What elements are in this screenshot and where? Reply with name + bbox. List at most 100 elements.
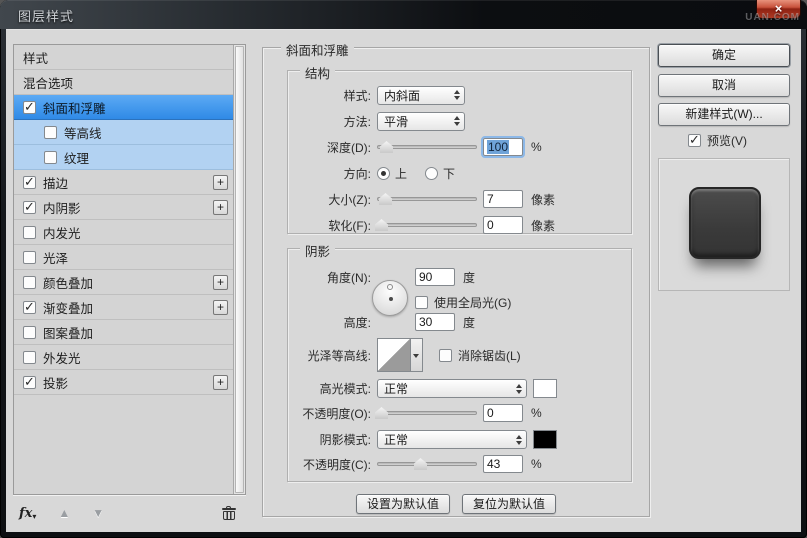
sidebar-item-outer-glow[interactable]: 外发光 [14, 345, 233, 370]
add-instance-button[interactable]: + [213, 175, 228, 190]
add-instance-button[interactable]: + [213, 300, 228, 315]
shadow-opacity-label: 不透明度(C): [288, 456, 371, 473]
shadow-mode-select[interactable]: 正常 [377, 430, 527, 449]
highlight-mode-select[interactable]: 正常 [377, 379, 527, 398]
trash-icon-lid [222, 508, 236, 510]
anti-alias-checkbox[interactable] [439, 349, 452, 362]
add-instance-button[interactable]: + [213, 375, 228, 390]
caret-down-icon: ▾ [32, 511, 36, 521]
sidebar-item-gradient-overlay[interactable]: ✓ 渐变叠加 + [14, 295, 233, 320]
sidebar-item-contour[interactable]: 等高线 [14, 120, 233, 145]
sidebar-item-color-overlay[interactable]: 颜色叠加 + [14, 270, 233, 295]
fx-icon: fx [19, 506, 32, 521]
sidebar-item-blending-options[interactable]: 混合选项 [14, 70, 233, 95]
sidebar-item-styles[interactable]: 样式 [14, 45, 233, 70]
contour-thumbnail[interactable] [377, 338, 411, 372]
soften-input[interactable]: 0 [483, 216, 523, 234]
scrollbar-thumb[interactable] [235, 46, 244, 493]
move-effect-up-button[interactable]: ▲ [58, 506, 70, 520]
bevel-style-select[interactable]: 内斜面 [377, 86, 465, 105]
reset-default-button[interactable]: 复位为默认值 [462, 494, 556, 514]
contour-dropdown-button[interactable] [411, 338, 423, 372]
checkbox-checked[interactable]: ✓ [23, 376, 36, 389]
slider-thumb[interactable] [375, 219, 388, 231]
checkbox-unchecked[interactable] [23, 276, 36, 289]
angle-input[interactable]: 90 [415, 268, 455, 286]
sidebar-item-inner-shadow[interactable]: ✓ 内阴影 + [14, 195, 233, 220]
checkbox-unchecked[interactable] [23, 351, 36, 364]
use-global-light-checkbox[interactable] [415, 296, 428, 309]
style-label: 样式: [288, 87, 371, 104]
delete-effect-button[interactable] [222, 506, 236, 520]
trash-icon-body [223, 511, 235, 520]
gloss-contour-picker[interactable] [377, 338, 423, 372]
angle-dial[interactable] [372, 280, 408, 316]
anti-alias-label: 消除锯齿(L) [458, 347, 521, 364]
shadow-opacity-input[interactable]: 43 [483, 455, 523, 473]
checkbox-unchecked[interactable] [44, 151, 57, 164]
sidebar-item-label: 等高线 [64, 123, 102, 142]
size-slider[interactable] [377, 192, 477, 206]
sidebar-item-inner-glow[interactable]: 内发光 [14, 220, 233, 245]
new-style-button[interactable]: 新建样式(W)... [658, 103, 790, 126]
plus-icon: + [217, 275, 224, 289]
make-default-button[interactable]: 设置为默认值 [356, 494, 450, 514]
depth-value: 100 [487, 140, 509, 154]
soften-label: 软化(F): [288, 217, 371, 234]
sidebar-scrollbar[interactable] [233, 45, 245, 494]
sidebar-item-satin[interactable]: 光泽 [14, 245, 233, 270]
checkbox-unchecked[interactable] [44, 126, 57, 139]
highlight-opacity-value: 0 [487, 406, 494, 420]
checkbox-checked[interactable]: ✓ [23, 201, 36, 214]
effects-list-items: 样式 混合选项 ✓ 斜面和浮雕 等高线 纹理 ✓ [14, 45, 233, 494]
altitude-input[interactable]: 30 [415, 313, 455, 331]
checkbox-checked[interactable]: ✓ [23, 101, 36, 114]
sidebar-item-texture[interactable]: 纹理 [14, 145, 233, 170]
sidebar-item-pattern-overlay[interactable]: 图案叠加 [14, 320, 233, 345]
ok-button[interactable]: 确定 [658, 44, 790, 67]
checkbox-unchecked[interactable] [23, 326, 36, 339]
move-effect-down-button[interactable]: ▼ [92, 506, 104, 520]
highlight-color-swatch[interactable] [533, 379, 557, 398]
checkbox-checked[interactable]: ✓ [23, 301, 36, 314]
gloss-contour-label: 光泽等高线: [288, 347, 371, 364]
highlight-mode-value: 正常 [384, 380, 408, 397]
direction-up-radio[interactable] [377, 167, 390, 180]
highlight-opacity-label: 不透明度(O): [288, 405, 371, 422]
slider-thumb[interactable] [375, 407, 388, 419]
watermark-text: UAN.COM [745, 12, 800, 23]
technique-select[interactable]: 平滑 [377, 112, 465, 131]
titlebar[interactable]: 图层样式 × UAN.COM [0, 0, 807, 29]
checkbox-unchecked[interactable] [23, 226, 36, 239]
slider-thumb[interactable] [414, 458, 427, 470]
add-instance-button[interactable]: + [213, 275, 228, 290]
sidebar-item-label: 混合选项 [23, 73, 73, 92]
layer-style-dialog: 图层样式 × UAN.COM 样式 混合选项 ✓ 斜面和浮雕 [0, 0, 807, 538]
angle-indicator-icon [387, 284, 393, 290]
altitude-label: 高度: [288, 314, 371, 331]
soften-slider[interactable] [377, 218, 477, 232]
highlight-mode-label: 高光模式: [288, 380, 371, 397]
sidebar-item-drop-shadow[interactable]: ✓ 投影 + [14, 370, 233, 395]
fx-menu-button[interactable]: fx▾ [19, 506, 36, 521]
size-input[interactable]: 7 [483, 190, 523, 208]
shading-group: 阴影 角度(N): 90 度 使用全局光(G) 高度: [287, 248, 632, 482]
highlight-opacity-input[interactable]: 0 [483, 404, 523, 422]
size-unit: 像素 [531, 191, 555, 208]
cancel-button[interactable]: 取消 [658, 74, 790, 97]
spinner-icon [454, 90, 460, 100]
depth-input[interactable]: 100 [483, 138, 523, 156]
shadow-opacity-slider[interactable] [377, 457, 477, 471]
direction-down-radio[interactable] [425, 167, 438, 180]
sidebar-item-bevel-emboss[interactable]: ✓ 斜面和浮雕 [14, 95, 233, 120]
checkbox-checked[interactable]: ✓ [23, 176, 36, 189]
checkbox-unchecked[interactable] [23, 251, 36, 264]
preview-checkbox[interactable]: ✓ [688, 134, 701, 147]
add-instance-button[interactable]: + [213, 200, 228, 215]
slider-thumb[interactable] [379, 193, 392, 205]
shadow-color-swatch[interactable] [533, 430, 557, 449]
depth-slider[interactable] [377, 140, 477, 154]
slider-thumb[interactable] [380, 141, 393, 153]
sidebar-item-stroke[interactable]: ✓ 描边 + [14, 170, 233, 195]
highlight-opacity-slider[interactable] [377, 406, 477, 420]
